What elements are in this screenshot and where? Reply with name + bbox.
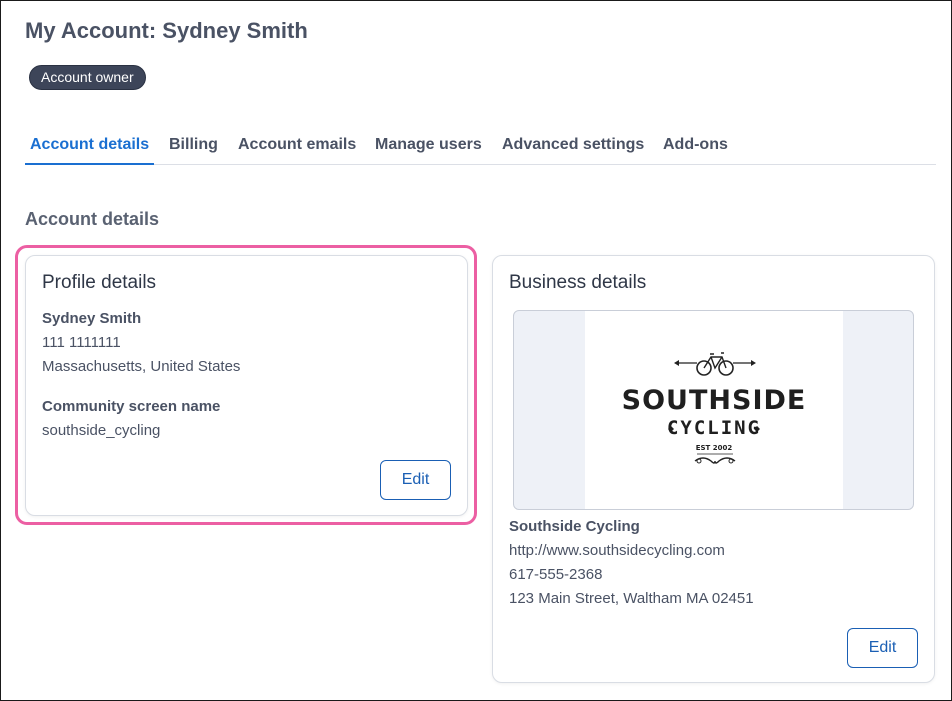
profile-edit-button[interactable]: Edit [380, 460, 451, 500]
profile-phone: 111 1111111 [42, 334, 121, 351]
tab-billing[interactable]: Billing [169, 136, 218, 165]
tab-manage-users[interactable]: Manage users [375, 136, 482, 165]
tab-account-emails[interactable]: Account emails [238, 136, 356, 165]
section-title: Account details [25, 209, 160, 229]
page-title: My Account: Sydney Smith [25, 18, 308, 43]
tab-advanced-settings[interactable]: Advanced settings [502, 136, 644, 165]
profile-name: Sydney Smith [42, 310, 142, 327]
business-logo: SOUTHSIDE CYCLING EST 2002 [585, 311, 843, 509]
business-phone: 617-555-2368 [509, 566, 603, 583]
community-screen-name-value: southside_cycling [42, 422, 161, 439]
community-screen-name-label: Community screen name [42, 398, 221, 415]
tab-account-details[interactable]: Account details [25, 136, 155, 165]
business-logo-frame: SOUTHSIDE CYCLING EST 2002 [513, 310, 914, 510]
logo-name-text: SOUTHSIDE [621, 385, 807, 416]
logo-sub-text: CYCLING [666, 417, 762, 439]
account-owner-badge: Account owner [29, 65, 146, 90]
logo-est-text: EST 2002 [695, 444, 733, 452]
profile-card-title: Profile details [42, 272, 157, 293]
business-address: 123 Main Street, Waltham MA 02451 [509, 590, 754, 607]
business-edit-button[interactable]: Edit [847, 628, 918, 668]
business-website: http://www.southsidecycling.com [509, 542, 725, 559]
tab-add-ons[interactable]: Add-ons [663, 136, 728, 165]
account-tabs: Account details Billing Account emails M… [25, 136, 936, 165]
business-name: Southside Cycling [509, 518, 640, 535]
profile-location: Massachusetts, United States [42, 358, 241, 375]
business-card-title: Business details [509, 272, 647, 293]
